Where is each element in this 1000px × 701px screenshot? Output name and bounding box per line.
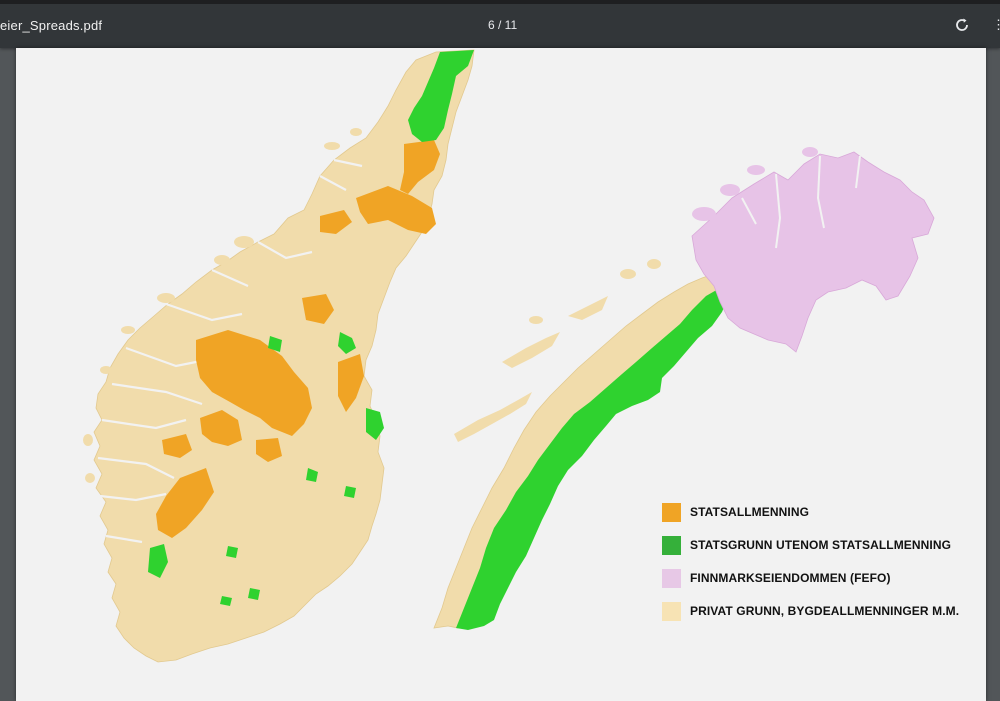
legend-item-statsallmenning: STATSALLMENNING xyxy=(662,501,982,534)
legend-item-finnmarkseiendommen: FINNMARKSEIENDOMMEN (FEFO) xyxy=(662,567,982,600)
legend-swatch-finnmarkseiendommen xyxy=(662,569,681,588)
rotate-icon xyxy=(956,18,968,31)
pdf-toolbar: eier_Spreads.pdf 6 / 11 ⋮ xyxy=(0,0,1000,48)
legend-label-statsallmenning: STATSALLMENNING xyxy=(690,505,810,519)
toolbar-top-edge xyxy=(0,0,1000,4)
rotate-button[interactable] xyxy=(951,14,973,36)
document-title: eier_Spreads.pdf xyxy=(0,18,103,33)
legend-label-privat-grunn: PRIVAT GRUNN, BYGDEALLMENNINGER M.M. xyxy=(690,604,960,618)
legend-swatch-statsgrunn xyxy=(662,536,681,555)
legend-swatch-privat-grunn xyxy=(662,602,681,621)
page-counter: 6 / 11 xyxy=(488,18,518,32)
map-legend: STATSALLMENNING STATSGRUNN UTENOM STATSA… xyxy=(662,501,982,633)
legend-item-statsgrunn: STATSGRUNN UTENOM STATSALLMENNING xyxy=(662,534,982,567)
pdf-page: STATSALLMENNING STATSGRUNN UTENOM STATSA… xyxy=(16,48,986,701)
legend-item-privat-grunn: PRIVAT GRUNN, BYGDEALLMENNINGER M.M. xyxy=(662,600,982,633)
legend-swatch-statsallmenning xyxy=(662,503,681,522)
more-actions-button[interactable]: ⋮ xyxy=(992,17,1000,35)
legend-label-statsgrunn: STATSGRUNN UTENOM STATSALLMENNING xyxy=(690,538,952,552)
legend-label-finnmarkseiendommen: FINNMARKSEIENDOMMEN (FEFO) xyxy=(690,571,891,585)
finnmark-fefo xyxy=(691,151,935,353)
